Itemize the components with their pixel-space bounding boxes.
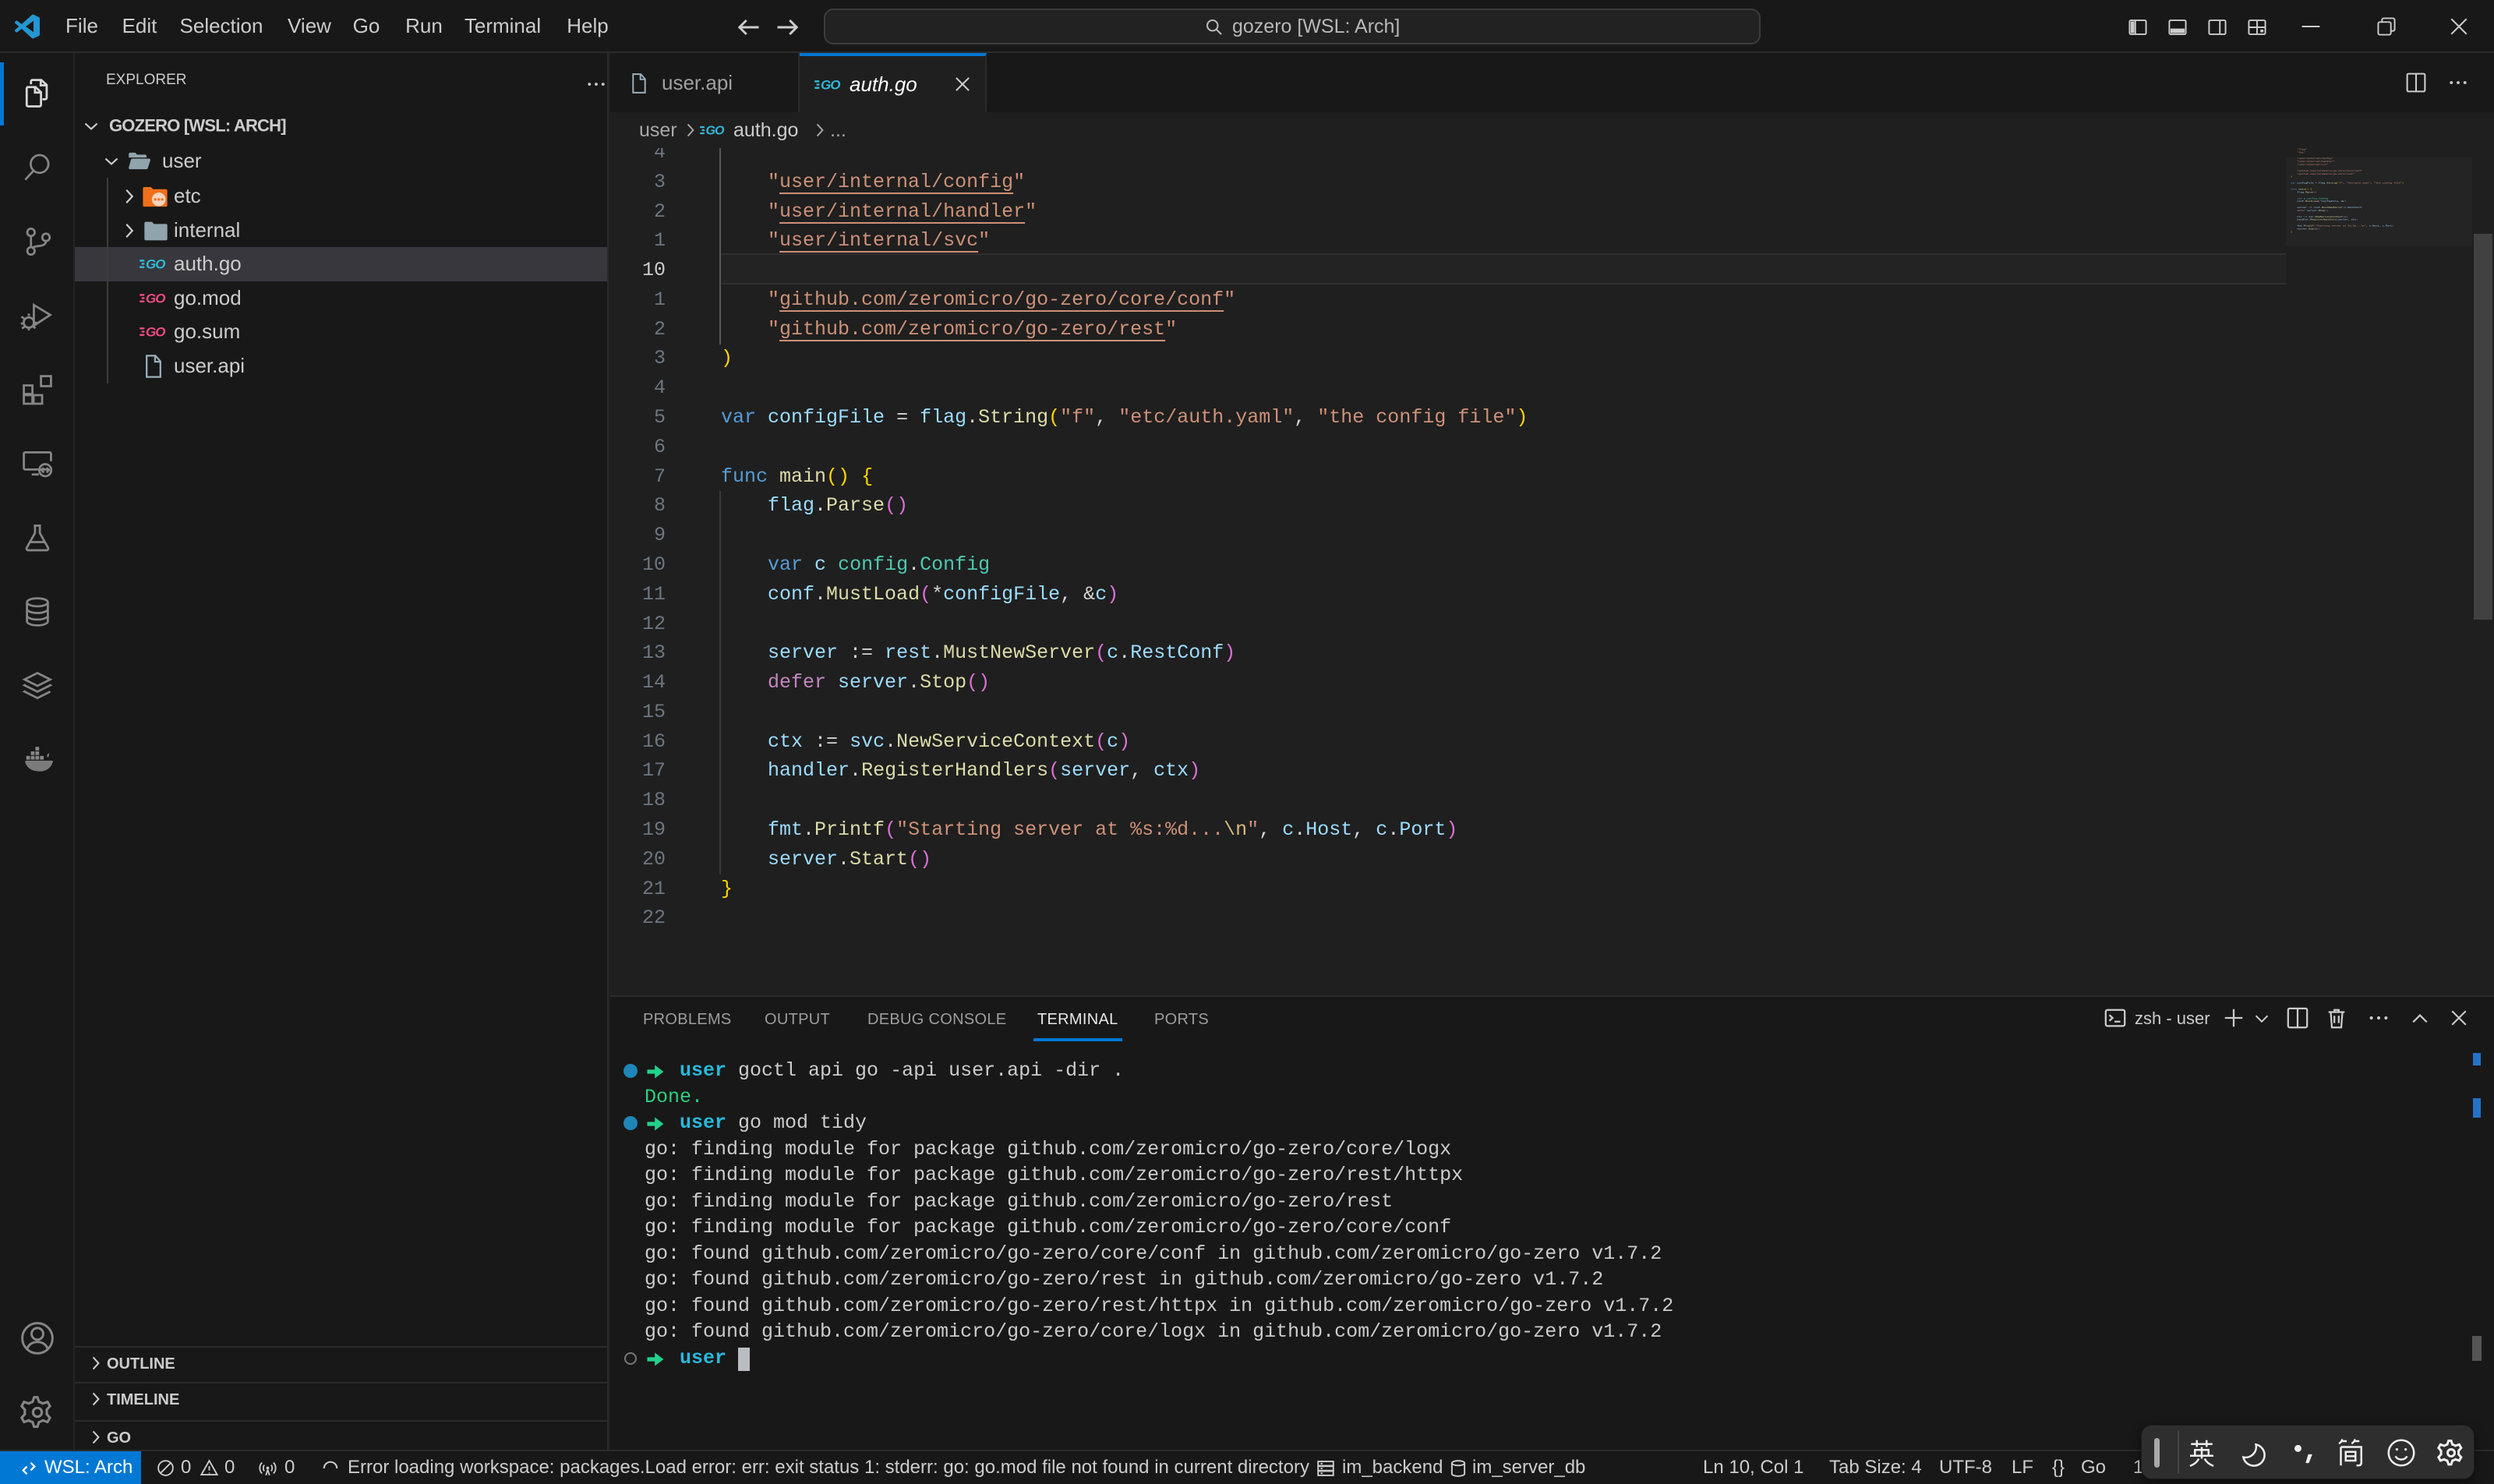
svg-text:GO: GO	[146, 257, 165, 272]
svg-text:GO: GO	[706, 125, 725, 138]
svg-text:GO: GO	[821, 78, 840, 93]
svg-text:GO: GO	[146, 325, 165, 340]
svg-text:GO: GO	[146, 291, 165, 306]
